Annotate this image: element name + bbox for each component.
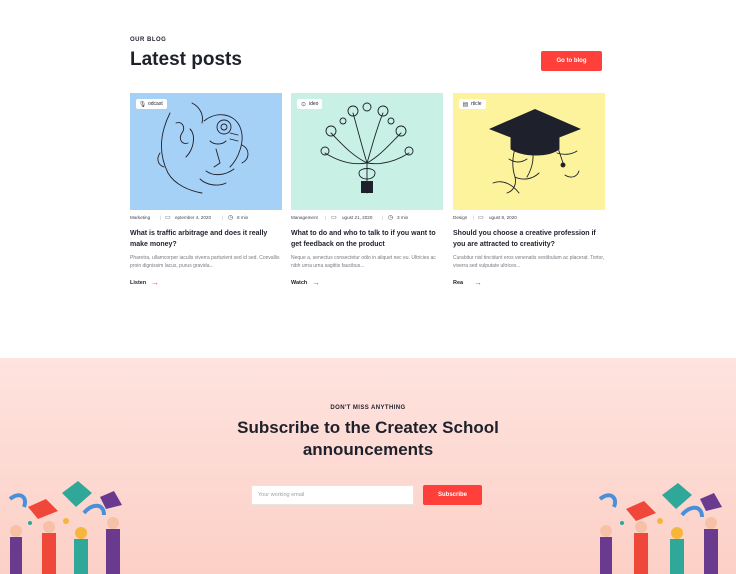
post-excerpt: Curabitur nisl tincidunt eros venenatis … — [453, 255, 605, 269]
post-card-video[interactable]: ⊙ ideo Management | ▭ ugust 21, 2020 | ◷… — [291, 93, 443, 287]
arrow-right-icon: → — [312, 278, 320, 287]
post-thumbnail[interactable]: 🎙 odcast — [130, 93, 282, 210]
cta-label: Watch — [291, 280, 308, 286]
go-to-blog-button[interactable]: Go to blog — [541, 51, 602, 71]
microphone-icon: 🎙 — [138, 101, 147, 108]
post-tag: ▤ rticle — [459, 99, 486, 109]
post-category: Design — [453, 215, 468, 220]
celebration-illustration-left — [0, 473, 131, 574]
listen-link[interactable]: Listen → — [130, 278, 159, 288]
post-title[interactable]: What is traffic arbitrage and does it re… — [130, 228, 282, 250]
post-meta: Management | ▭ ugust 21, 2020 | ◷ 3 min — [291, 215, 451, 223]
post-card-podcast[interactable]: 🎙 odcast Marketing | ▭ eptember 4, 2020 … — [130, 93, 282, 287]
watch-link[interactable]: Watch → — [291, 278, 320, 288]
post-tag: ⊙ ideo — [297, 99, 323, 109]
post-thumbnail[interactable]: ⊙ ideo — [291, 93, 443, 210]
post-category: Marketing — [130, 215, 151, 220]
post-category: Management — [291, 215, 318, 220]
arrow-right-icon: → — [151, 278, 159, 287]
post-meta: Marketing | ▭ eptember 4, 2020 | ◷ 8 min — [130, 215, 290, 223]
post-excerpt: Neque a, senectus consectetur odio in al… — [291, 255, 436, 269]
cta-label: Rea — [453, 280, 464, 286]
calendar-icon: ▭ — [331, 215, 337, 221]
meta-divider: | — [222, 215, 224, 220]
meta-divider: | — [473, 215, 475, 220]
post-duration: 3 min — [397, 215, 409, 220]
clock-icon: ◷ — [388, 215, 394, 221]
lightbulb-illustration — [320, 102, 414, 194]
post-duration: 8 min — [237, 215, 249, 220]
post-tag-label: rticle — [471, 101, 482, 107]
email-input[interactable] — [251, 485, 414, 505]
post-excerpt: Pharetra, ullamcorper iaculis viverra pa… — [130, 255, 280, 269]
file-icon: ▤ — [462, 101, 469, 108]
post-title[interactable]: Should you choose a creative profession … — [453, 228, 605, 250]
post-tag-label: ideo — [309, 101, 319, 107]
subscribe-heading: Subscribe to the Createx School announce… — [237, 418, 499, 459]
read-link[interactable]: Rea → — [453, 278, 482, 288]
post-title[interactable]: What to do and who to talk to if you wan… — [291, 228, 443, 250]
arrow-right-icon: → — [474, 278, 482, 287]
graduation-cap-illustration — [489, 109, 581, 194]
blog-heading: Latest posts — [130, 49, 242, 70]
calendar-icon: ▭ — [478, 215, 484, 221]
cta-label: Listen — [130, 280, 147, 286]
play-icon: ⊙ — [300, 101, 307, 108]
subscribe-eyebrow: DON'T MISS ANYTHING — [330, 405, 406, 411]
subscribe-section: DON'T MISS ANYTHING Subscribe to the Cre… — [0, 358, 736, 574]
post-date: ugust 21, 2020 — [342, 215, 373, 220]
clock-icon: ◷ — [228, 215, 234, 221]
calendar-icon: ▭ — [165, 215, 171, 221]
post-meta: Design | ▭ ugust 8, 2020 — [453, 215, 613, 223]
post-tag: 🎙 odcast — [136, 99, 167, 109]
post-date: ugust 8, 2020 — [489, 215, 517, 220]
post-card-article[interactable]: ▤ rticle Design | ▭ ugust 8, 2020 Should… — [453, 93, 605, 287]
meta-divider: | — [325, 215, 327, 220]
blog-section: OUR BLOG Latest posts Go to blog 🎙 odcas… — [0, 0, 736, 358]
meta-divider: | — [382, 215, 384, 220]
celebration-illustration-right — [586, 473, 736, 574]
post-date: eptember 4, 2020 — [175, 215, 212, 220]
meta-divider: | — [160, 215, 162, 220]
face-line-illustration — [157, 102, 249, 194]
post-thumbnail[interactable]: ▤ rticle — [453, 93, 605, 210]
page: OUR BLOG Latest posts Go to blog 🎙 odcas… — [0, 0, 736, 574]
subscribe-button[interactable]: Subscribe — [423, 485, 482, 505]
post-tag-label: odcast — [148, 101, 163, 107]
blog-eyebrow: OUR BLOG — [130, 37, 167, 43]
